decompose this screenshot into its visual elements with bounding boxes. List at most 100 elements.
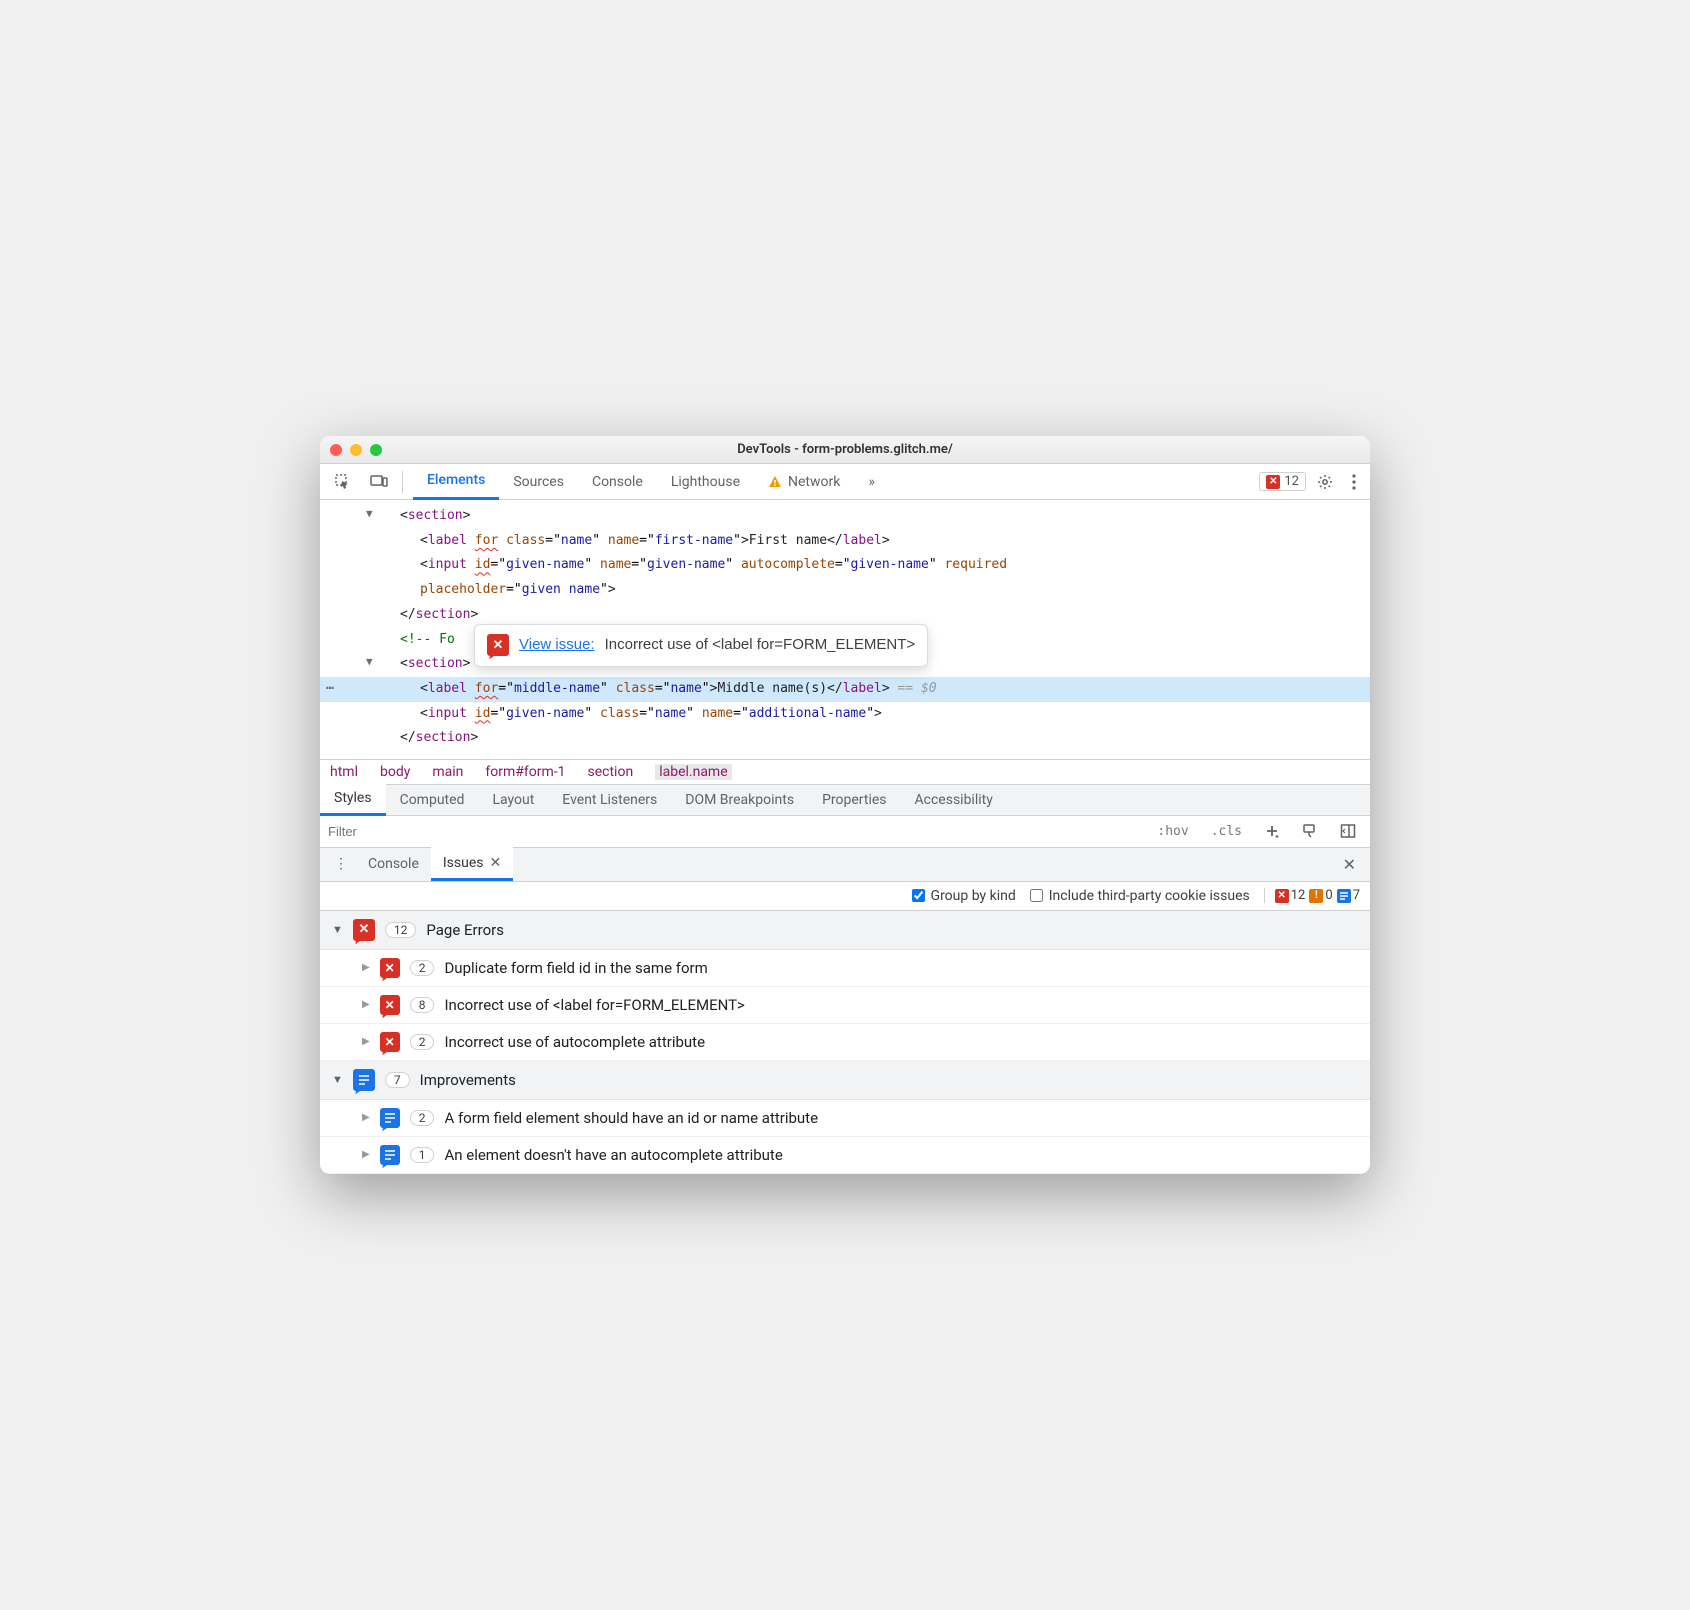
window-title: DevTools - form-problems.glitch.me/ [320, 442, 1370, 457]
chevron-right-icon: ▶ [362, 962, 370, 973]
issue-item[interactable]: ▶1An element doesn't have an autocomplet… [320, 1137, 1370, 1174]
tab-sources[interactable]: Sources [499, 464, 578, 500]
info-chat-icon [380, 1145, 400, 1165]
drawer-tabs: ⋮ Console Issues ✕ ✕ [320, 848, 1370, 882]
count-pill: 12 [385, 922, 417, 938]
error-count-mini: ✕12 [1275, 888, 1306, 903]
dom-line[interactable]: </section> [320, 726, 1370, 751]
drawer-more-icon[interactable]: ⋮ [326, 856, 356, 872]
error-count: 12 [1284, 474, 1299, 489]
close-icon[interactable]: ✕ [490, 855, 502, 871]
devtools-window: DevTools - form-problems.glitch.me/ Elem… [320, 436, 1370, 1174]
count-pill: 2 [410, 1034, 435, 1050]
dom-line[interactable]: <input id="given-name" name="given-name"… [320, 553, 1370, 578]
issue-category[interactable]: ▼7Improvements [320, 1061, 1370, 1100]
issue-category[interactable]: ▼ ✕ 12 Page Errors [320, 911, 1370, 950]
error-chat-icon: ✕ [380, 995, 400, 1015]
issue-text: An element doesn't have an autocomplete … [444, 1146, 782, 1164]
crumb[interactable]: section [588, 764, 634, 780]
drawer-tab-console[interactable]: Console [356, 847, 431, 881]
subtab-event-listeners[interactable]: Event Listeners [548, 784, 671, 816]
count-pill: 7 [385, 1072, 410, 1088]
error-chat-icon: ✕ [487, 634, 509, 656]
subtab-properties[interactable]: Properties [808, 784, 900, 816]
cls-toggle[interactable]: .cls [1205, 824, 1248, 839]
third-party-checkbox[interactable]: Include third-party cookie issues [1030, 888, 1250, 904]
error-chat-icon: ✕ [353, 919, 375, 941]
settings-icon[interactable] [1308, 469, 1342, 495]
filter-input[interactable] [328, 824, 1141, 839]
issue-item[interactable]: ▶2A form field element should have an id… [320, 1100, 1370, 1137]
issue-item[interactable]: ▶✕2Duplicate form field id in the same f… [320, 950, 1370, 987]
dom-line[interactable]: <input id="given-name" class="name" name… [320, 702, 1370, 727]
subtab-computed[interactable]: Computed [386, 784, 479, 816]
issue-counts: ✕12 !0 7 [1264, 888, 1360, 903]
new-style-icon[interactable] [1258, 823, 1286, 839]
tabs-overflow[interactable]: » [854, 464, 889, 500]
dom-tree[interactable]: ▼<section><label for class="name" name="… [320, 500, 1370, 759]
info-chat-icon [380, 1108, 400, 1128]
subtab-dom-breakpoints[interactable]: DOM Breakpoints [671, 784, 808, 816]
checkbox[interactable] [912, 889, 925, 902]
breadcrumb: html body main form#form-1 section label… [320, 759, 1370, 784]
more-icon[interactable] [1344, 470, 1364, 494]
tab-console[interactable]: Console [578, 464, 657, 500]
device-toggle-icon[interactable] [362, 471, 396, 493]
count-pill: 1 [410, 1147, 435, 1163]
issue-text: A form field element should have an id o… [444, 1109, 818, 1127]
crumb[interactable]: html [330, 764, 358, 780]
tab-elements[interactable]: Elements [413, 464, 499, 500]
divider [402, 471, 403, 493]
count-pill: 2 [410, 1110, 435, 1126]
tab-label: Console [592, 474, 643, 490]
main-toolbar: Elements Sources Console Lighthouse Netw… [320, 464, 1370, 500]
checkbox[interactable] [1030, 889, 1043, 902]
toggle-panel-icon[interactable] [1334, 823, 1362, 839]
checkbox-label: Group by kind [931, 888, 1016, 904]
subtab-accessibility[interactable]: Accessibility [901, 784, 1007, 816]
chevron-down-icon: ▼ [332, 923, 343, 936]
styles-filter-bar: :hov .cls [320, 816, 1370, 848]
tab-label: Network [788, 474, 840, 490]
tab-lighthouse[interactable]: Lighthouse [657, 464, 754, 500]
dom-line[interactable]: <label for="middle-name" class="name">Mi… [320, 677, 1370, 702]
tooltip-text: Incorrect use of <label for=FORM_ELEMENT… [605, 631, 916, 660]
view-issue-link[interactable]: View issue: [519, 631, 595, 660]
hov-toggle[interactable]: :hov [1151, 824, 1194, 839]
subtab-styles[interactable]: Styles [320, 784, 386, 816]
drawer-tab-issues[interactable]: Issues ✕ [431, 847, 513, 881]
overflow-label: » [868, 474, 875, 490]
issue-text: Incorrect use of autocomplete attribute [444, 1033, 705, 1051]
tab-label: Elements [427, 472, 485, 488]
error-count-badge[interactable]: ✕ 12 [1259, 472, 1306, 491]
group-by-kind-checkbox[interactable]: Group by kind [912, 888, 1016, 904]
issue-item[interactable]: ▶✕8Incorrect use of <label for=FORM_ELEM… [320, 987, 1370, 1024]
tab-label: Sources [513, 474, 564, 490]
panel-tabs: Elements Sources Console Lighthouse Netw… [413, 464, 889, 500]
crumb[interactable]: main [432, 764, 463, 780]
issue-text: Duplicate form field id in the same form [444, 959, 707, 977]
error-icon: ✕ [1266, 475, 1280, 489]
warning-icon [768, 475, 782, 489]
crumb[interactable]: form#form-1 [485, 764, 565, 780]
tab-network[interactable]: Network [754, 464, 854, 500]
inspect-icon[interactable] [326, 469, 360, 495]
drawer-close-icon[interactable]: ✕ [1335, 855, 1364, 874]
chevron-right-icon: ▶ [362, 999, 370, 1010]
crumb[interactable]: body [380, 764, 410, 780]
dom-line[interactable]: <label for class="name" name="first-name… [320, 529, 1370, 554]
paint-icon[interactable] [1296, 823, 1324, 839]
chevron-right-icon: ▶ [362, 1036, 370, 1047]
dom-line[interactable]: placeholder="given name"> [320, 578, 1370, 603]
titlebar: DevTools - form-problems.glitch.me/ [320, 436, 1370, 464]
issue-tooltip: ✕ View issue: Incorrect use of <label fo… [474, 624, 928, 667]
dom-line[interactable]: ▼<section> [320, 504, 1370, 529]
issue-text: Incorrect use of <label for=FORM_ELEMENT… [444, 996, 744, 1014]
issue-item[interactable]: ▶✕2Incorrect use of autocomplete attribu… [320, 1024, 1370, 1061]
info-count-mini: 7 [1337, 888, 1360, 903]
category-title: Page Errors [426, 921, 504, 939]
crumb-current[interactable]: label.name [655, 764, 731, 780]
subtab-layout[interactable]: Layout [478, 784, 548, 816]
issues-list: ▼✕12Page Errors▶✕2Duplicate form field i… [320, 911, 1370, 1174]
error-chat-icon: ✕ [380, 958, 400, 978]
